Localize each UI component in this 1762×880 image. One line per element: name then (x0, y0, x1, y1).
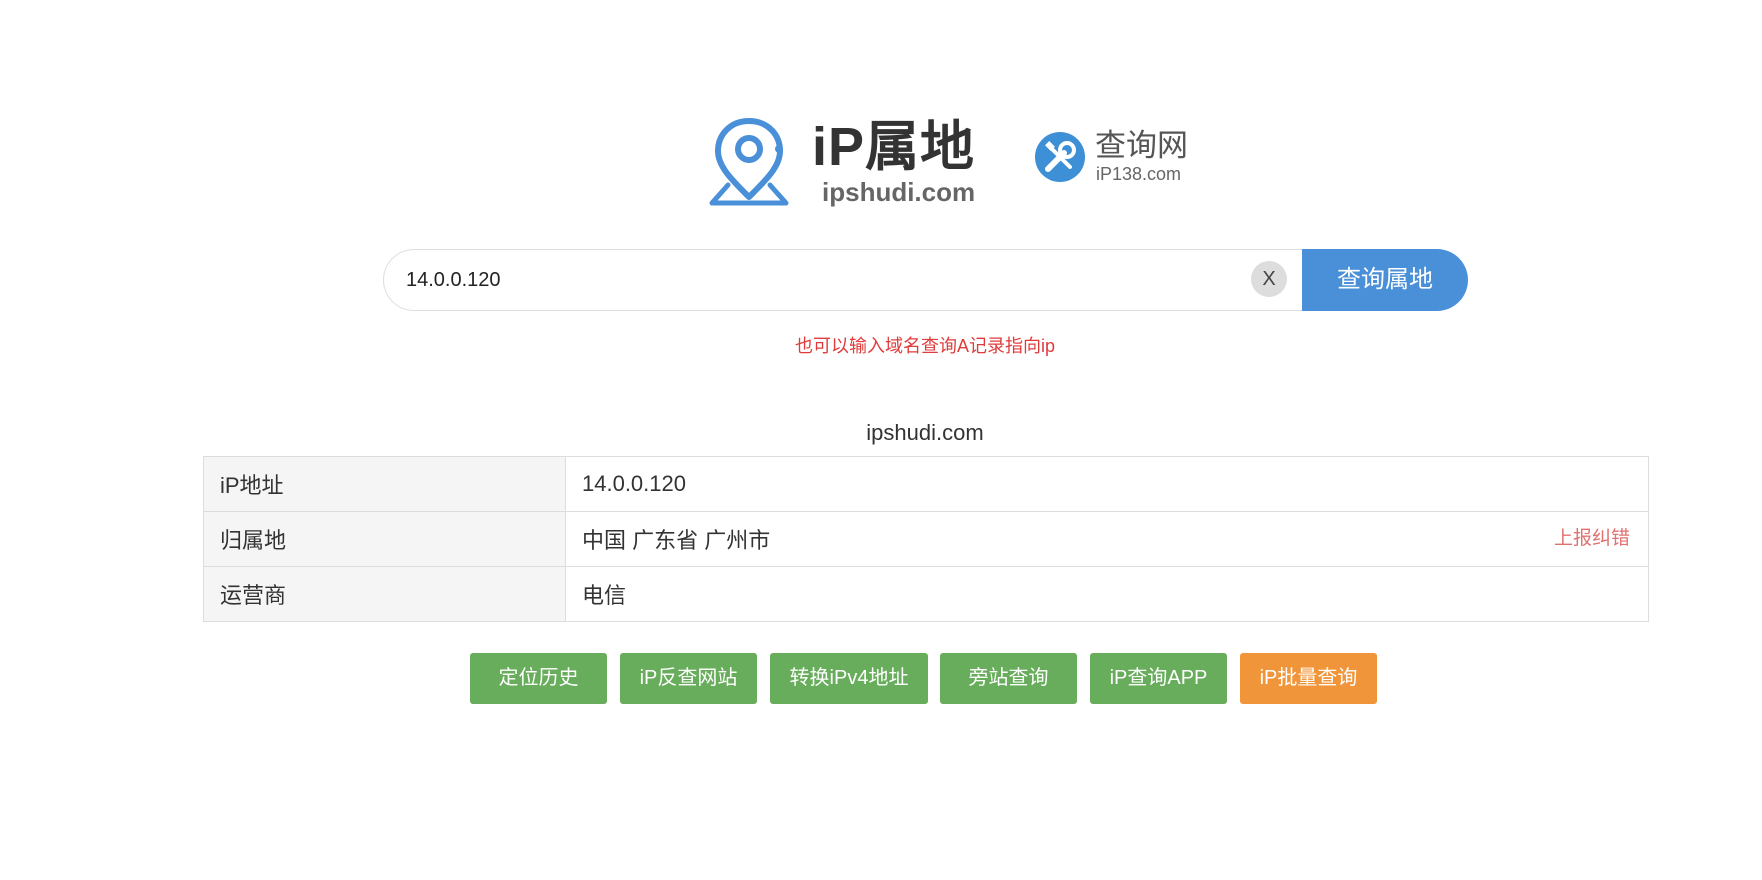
location-cell: 中国 广东省 广州市 上报纠错 (565, 511, 1649, 567)
location-pin-icon (709, 118, 789, 206)
sibling-site-button[interactable]: 旁站查询 (940, 653, 1077, 704)
logo-brand-text: iP属地 (812, 117, 976, 177)
search-hint: 也可以输入域名查询A记录指向ip (794, 336, 1055, 356)
row-value: 14.0.0.120 (565, 456, 1649, 512)
row-value: 中国 广东省 广州市 (582, 528, 771, 553)
clear-input-button[interactable]: X (1251, 261, 1287, 297)
ip138-logo[interactable]: 查询网 iP138.com (1034, 128, 1194, 198)
ip138-name: 查询网 (1095, 128, 1188, 163)
logo-domain-text: ipshudi.com (822, 177, 976, 207)
row-label: 归属地 (203, 511, 566, 567)
ip-search-input[interactable] (383, 249, 1326, 311)
table-row: 运营商 电信 (203, 566, 1649, 622)
location-history-button[interactable]: 定位历史 (470, 653, 607, 704)
tools-icon (1035, 132, 1085, 182)
search-bar: X 查询属地 (383, 249, 1468, 311)
report-error-link[interactable]: 上报纠错 (1554, 512, 1630, 566)
logo-row: iP属地 ipshudi.com 查询网 iP138.com (0, 100, 1762, 210)
ip-reverse-site-button[interactable]: iP反查网站 (620, 653, 757, 704)
ip-batch-query-button[interactable]: iP批量查询 (1240, 653, 1377, 704)
ipshudi-logo[interactable]: iP属地 ipshudi.com (708, 115, 998, 210)
table-row: iP地址 14.0.0.120 (203, 456, 1649, 512)
table-row: 归属地 中国 广东省 广州市 上报纠错 (203, 511, 1649, 567)
row-value: 电信 (565, 566, 1649, 622)
convert-ipv4-button[interactable]: 转换iPv4地址 (770, 653, 928, 704)
query-button[interactable]: 查询属地 (1302, 249, 1468, 311)
action-buttons: 定位历史 iP反查网站 转换iPv4地址 旁站查询 iP查询APP iP批量查询 (470, 653, 1390, 704)
ip-app-button[interactable]: iP查询APP (1090, 653, 1227, 704)
ip138-domain: iP138.com (1096, 164, 1182, 184)
row-label: 运营商 (203, 566, 566, 622)
row-label: iP地址 (203, 456, 566, 512)
result-table: iP地址 14.0.0.120 归属地 中国 广东省 广州市 上报纠错 运营商 … (203, 456, 1649, 622)
page: iP属地 ipshudi.com 查询网 iP138.com X 查询属地 也可… (0, 0, 1762, 880)
result-caption: ipshudi.com (866, 420, 984, 445)
